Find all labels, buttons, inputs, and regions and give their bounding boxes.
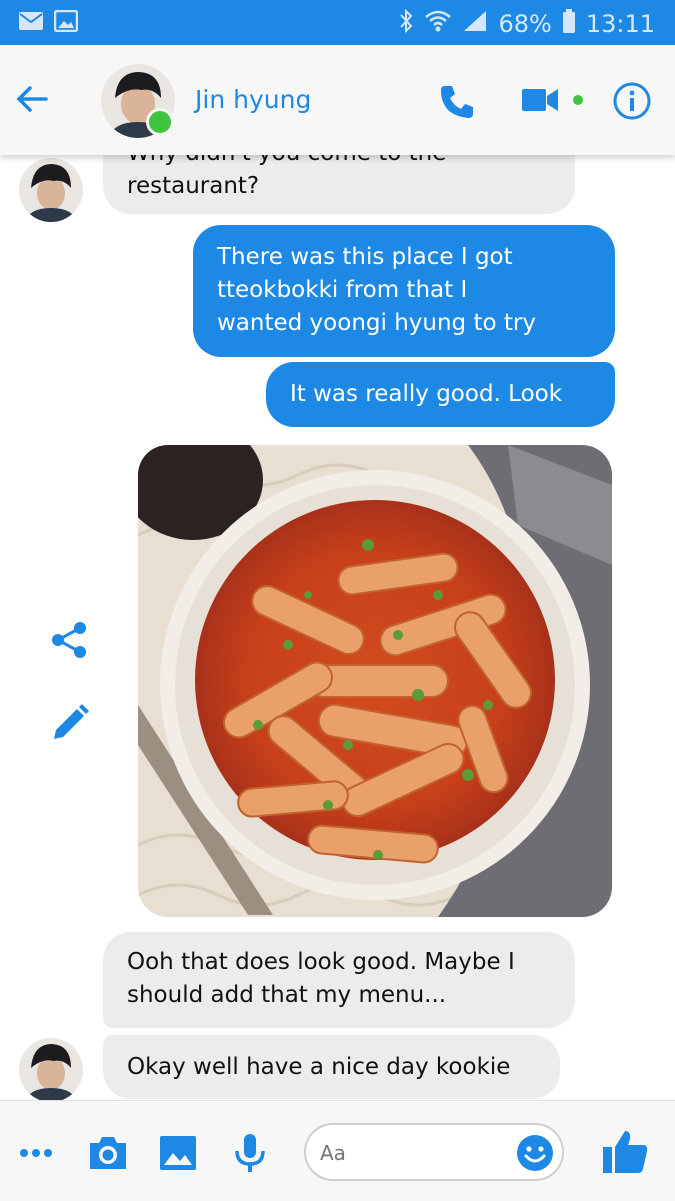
message-text-line: Ooh that does look good. Maybe I — [127, 949, 515, 975]
microphone-icon — [235, 1134, 265, 1172]
message-text-line: tteokbokki from that I — [217, 277, 468, 303]
camera-icon — [90, 1137, 126, 1169]
wifi-icon — [424, 9, 452, 39]
message-thread[interactable]: Why didn't you come to the restaurant? T… — [0, 155, 675, 1100]
video-call-button[interactable] — [520, 83, 560, 117]
battery-icon — [562, 8, 576, 40]
emoji-button[interactable] — [516, 1134, 554, 1172]
share-button[interactable] — [50, 620, 90, 660]
voice-call-button[interactable] — [437, 81, 477, 121]
info-button[interactable] — [612, 81, 652, 121]
edit-button[interactable] — [50, 703, 90, 743]
contact-name[interactable]: Jin hyung — [195, 85, 311, 114]
message-text-line: It was really good. Look — [290, 381, 563, 407]
phone-icon — [441, 86, 473, 118]
conversation-header: Jin hyung — [0, 45, 675, 155]
smiley-icon — [517, 1135, 553, 1171]
gallery-button[interactable] — [156, 1131, 200, 1175]
share-icon — [52, 622, 86, 658]
voice-message-button[interactable] — [228, 1131, 272, 1175]
message-text-line: Why didn't you come to the — [127, 155, 551, 170]
arrow-left-icon — [16, 86, 48, 112]
mail-icon — [18, 10, 44, 36]
status-bar: 68% 13:11 — [0, 0, 675, 45]
message-text-line: restaurant? — [127, 173, 260, 199]
message-text-line: Okay well have a nice day kookie — [127, 1054, 511, 1080]
battery-percent: 68% — [498, 10, 552, 38]
contact-avatar-small[interactable] — [19, 1038, 83, 1100]
bluetooth-icon — [398, 8, 414, 40]
video-active-dot — [573, 95, 583, 105]
message-text-line: There was this place I got — [217, 244, 513, 270]
message-text-line: should add that my menu... — [127, 982, 447, 1008]
tteokbokki-photo — [138, 445, 612, 917]
message-input[interactable] — [318, 1137, 512, 1169]
photo-message[interactable] — [138, 445, 612, 917]
message-outgoing[interactable]: There was this place I got tteokbokki fr… — [193, 225, 615, 357]
message-incoming[interactable]: Ooh that does look good. Maybe I should … — [103, 932, 575, 1028]
online-status-dot — [146, 108, 174, 136]
clock: 13:11 — [585, 10, 655, 38]
more-options-button[interactable] — [16, 1131, 60, 1175]
thumbs-up-icon — [603, 1131, 648, 1173]
video-camera-icon — [522, 89, 558, 111]
message-text-line: wanted yoongi hyung to try — [217, 310, 536, 336]
more-dots-icon — [20, 1149, 52, 1157]
back-button[interactable] — [12, 79, 52, 119]
message-incoming[interactable]: Why didn't you come to the restaurant? — [103, 155, 575, 214]
pencil-icon — [54, 704, 89, 739]
message-outgoing[interactable]: It was really good. Look — [266, 362, 615, 427]
camera-button[interactable] — [86, 1131, 130, 1175]
message-composer — [0, 1100, 675, 1201]
image-icon — [160, 1136, 196, 1170]
gallery-icon — [53, 9, 79, 36]
contact-avatar-small[interactable] — [19, 158, 83, 222]
message-incoming[interactable]: Okay well have a nice day kookie — [103, 1035, 560, 1099]
like-button[interactable] — [600, 1127, 650, 1177]
info-icon — [613, 82, 651, 120]
message-input-box[interactable] — [304, 1123, 564, 1181]
signal-icon — [462, 9, 488, 39]
